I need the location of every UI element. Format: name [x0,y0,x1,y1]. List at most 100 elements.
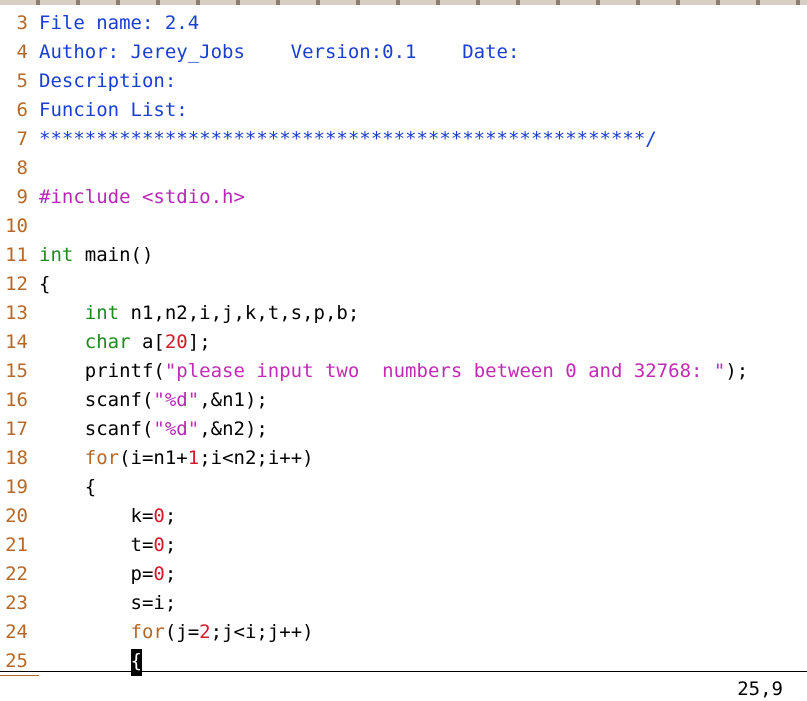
line-content[interactable]: { [39,270,807,299]
code-line[interactable]: 18 for(i=n1+1;i<n2;i++) [0,444,807,473]
code-token: 0 [153,563,165,585]
line-content[interactable]: printf("please input two numbers between… [39,357,807,386]
code-line[interactable]: 9 #include <stdio.h> [0,183,807,212]
line-number: 3 [16,12,28,34]
code-token: scanf( [39,389,154,411]
code-token: " [187,389,200,411]
line-number: 4 [16,41,28,63]
line-content[interactable] [39,154,807,183]
code-line[interactable]: 17 scanf("%d",&n2); [0,415,807,444]
code-line[interactable]: 8 [0,154,807,183]
line-number: 21 [5,534,28,556]
line-number: 7 [16,128,28,150]
code-token: (i=n1+ [119,447,188,469]
code-token: char [84,331,131,353]
code-token: ; [164,563,177,585]
line-content[interactable]: { [39,473,807,502]
line-content[interactable]: Author: Jerey_Jobs Version:0.1 Date: [39,38,807,67]
code-token: %d [164,418,188,440]
code-token: for [130,621,165,643]
code-line[interactable]: 24 for(j=2;j<i;j++) [0,618,807,647]
code-line[interactable]: 15 printf("please input two numbers betw… [0,357,807,386]
code-line[interactable]: 19 { [0,473,807,502]
code-token: 20 [164,331,188,353]
code-token: for [84,447,120,469]
line-content[interactable] [39,212,807,241]
code-token: ****************************************… [39,128,657,150]
code-line[interactable]: 13 int n1,n2,i,j,k,t,s,p,b; [0,299,807,328]
code-token: ,&n1); [199,389,268,411]
status-divider [0,671,807,672]
line-content[interactable]: File name: 2.4 [39,9,807,38]
code-editor[interactable]: 3 File name: 2.4 4 Author: Jerey_Jobs Versi… [0,9,807,676]
line-content[interactable]: Description: [39,67,807,96]
code-line[interactable]: 22 p=0; [0,560,807,589]
code-token: printf( [39,360,165,382]
code-token: 2 [199,621,211,643]
line-number: 12 [5,273,28,295]
code-token: ]; [187,331,211,353]
code-token: { [39,476,97,498]
line-number: 24 [5,621,28,643]
code-token: n1,n2,i,j,k,t,s,p,b; [119,302,360,324]
code-line[interactable]: 20 k=0; [0,502,807,531]
line-number: 11 [5,244,28,266]
code-token: 0 [153,505,165,527]
line-content[interactable]: char a[20]; [39,328,807,357]
line-number: 8 [16,157,28,179]
code-token: ); [725,360,749,382]
code-token: Funcion List: [39,99,188,121]
code-token: " [153,389,165,411]
status-line: 25,9 [0,677,807,701]
code-line[interactable]: 6 Funcion List: [0,96,807,125]
line-number: 10 [5,215,28,237]
top-scroll-strip [0,0,807,5]
code-line[interactable]: 5 Description: [0,67,807,96]
code-line[interactable]: 21 t=0; [0,531,807,560]
line-content[interactable]: Funcion List: [39,96,807,125]
code-line[interactable]: 16 scanf("%d",&n1); [0,386,807,415]
code-token: File name: 2.4 [39,12,200,34]
line-content[interactable]: for(i=n1+1;i<n2;i++) [39,444,807,473]
code-token: ; [164,534,177,556]
code-line[interactable]: 7 ***************************************… [0,125,807,154]
line-content[interactable]: scanf("%d",&n1); [39,386,807,415]
line-content[interactable]: s=i; [39,589,807,618]
code-token: scanf( [39,418,154,440]
line-number: 18 [5,447,28,469]
line-content[interactable]: ****************************************… [39,125,807,154]
code-line[interactable]: 14 char a[20]; [0,328,807,357]
line-content[interactable]: #include <stdio.h> [39,183,807,212]
code-token: Author: Jerey_Jobs Version:0.1 Date: [39,41,520,63]
code-token: " [153,418,165,440]
code-line[interactable]: 11 int main() [0,241,807,270]
code-token: Description: [39,70,177,92]
code-line[interactable]: 3 File name: 2.4 [0,9,807,38]
code-token: %d [164,389,188,411]
line-content[interactable]: scanf("%d",&n2); [39,415,807,444]
code-line[interactable]: 10 [0,212,807,241]
code-token: ,&n2); [199,418,268,440]
code-token: #include <stdio.h> [39,186,245,208]
line-content[interactable]: t=0; [39,531,807,560]
code-line[interactable]: 12 { [0,270,807,299]
code-token: t= [39,534,154,556]
cursor-position-readout: 25,9 [737,678,783,700]
line-content[interactable]: for(j=2;j<i;j++) [39,618,807,647]
code-token: " [187,418,200,440]
line-number: 16 [5,389,28,411]
code-token: 0 [153,534,165,556]
code-line[interactable]: 4 Author: Jerey_Jobs Version:0.1 Date: [0,38,807,67]
line-content[interactable]: k=0; [39,502,807,531]
line-content[interactable]: int n1,n2,i,j,k,t,s,p,b; [39,299,807,328]
code-token: (j= [164,621,200,643]
code-token: p= [39,563,154,585]
line-number: 17 [5,418,28,440]
code-token: "please input two numbers between 0 and … [164,360,726,382]
code-line[interactable]: 23 s=i; [0,589,807,618]
line-content[interactable]: p=0; [39,560,807,589]
code-token: s=i; [39,592,177,614]
code-token: ; [164,505,177,527]
line-content[interactable]: int main() [39,241,807,270]
